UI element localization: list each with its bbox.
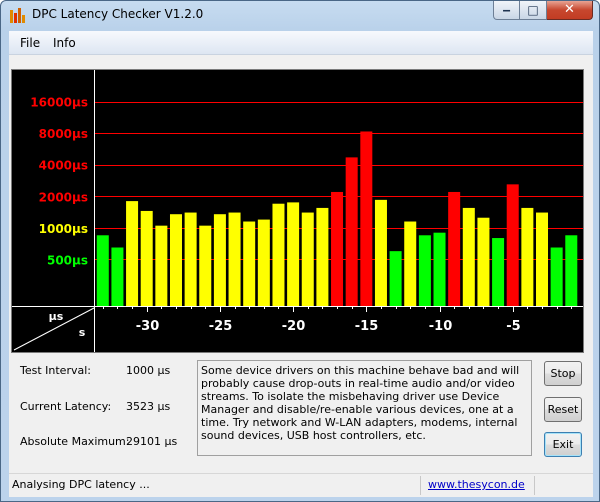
- app-window: DPC Latency Checker V1.2.0 ‒ □ ✕ File In…: [0, 0, 600, 502]
- close-icon: ✕: [564, 2, 575, 17]
- latency-bar: [199, 225, 212, 306]
- y-tick-label: 4000µs: [39, 159, 88, 173]
- latency-bar: [287, 202, 300, 306]
- current-latency-label: Current Latency:: [20, 400, 112, 413]
- latency-chart: 16000µs 8000µs 4000µs 2000µs 1000µs 500µs µs s -…: [11, 69, 584, 353]
- app-bars-icon: [10, 7, 26, 23]
- y-tick-label: 500µs: [47, 253, 88, 267]
- latency-bar: [536, 212, 549, 306]
- maximize-button[interactable]: □: [520, 1, 547, 20]
- status-text: Analysing DPC latency ...: [12, 478, 150, 491]
- maximize-icon: □: [527, 3, 539, 17]
- latency-chart-svg: 16000µs 8000µs 4000µs 2000µs 1000µs 500µs µs s -…: [12, 70, 583, 352]
- latency-bar: [418, 235, 431, 306]
- y-tick-label: 8000µs: [39, 127, 88, 141]
- x-tick-label: -20: [282, 319, 306, 334]
- latency-bar: [316, 207, 329, 306]
- latency-bar: [272, 203, 285, 306]
- menu-info[interactable]: Info: [53, 36, 76, 50]
- window-title: DPC Latency Checker V1.2.0: [32, 7, 204, 21]
- menu-file[interactable]: File: [20, 36, 40, 50]
- status-bar: Analysing DPC latency ... www.thesycon.d…: [9, 473, 593, 497]
- reset-button[interactable]: Reset: [544, 397, 582, 422]
- latency-bar: [228, 212, 241, 306]
- latency-bar: [213, 214, 226, 306]
- latency-bar: [96, 235, 109, 306]
- latency-bar: [550, 247, 563, 306]
- latency-bar: [565, 235, 578, 306]
- latency-bar: [111, 247, 124, 306]
- y-tick-label: 16000µs: [30, 96, 88, 110]
- client-area: File Info 16000µs 8000µs 4000µs 2000µs 1000µ…: [9, 31, 593, 497]
- test-interval-value: 1000 µs: [126, 364, 171, 377]
- x-tick-label: -10: [429, 319, 453, 334]
- latency-bar: [506, 184, 519, 306]
- test-interval-label: Test Interval:: [20, 364, 91, 377]
- latency-bar: [331, 191, 344, 306]
- driver-warning-message: Some device drivers on this machine beha…: [197, 360, 532, 456]
- latency-bar: [126, 201, 139, 306]
- close-button[interactable]: ✕: [547, 1, 593, 20]
- latency-bar: [169, 214, 182, 306]
- thesycon-link[interactable]: www.thesycon.de: [428, 478, 525, 491]
- latency-bar: [404, 221, 417, 306]
- latency-bar: [257, 219, 270, 306]
- minimize-button[interactable]: ‒: [493, 1, 520, 20]
- absolute-maximum-label: Absolute Maximum:: [20, 435, 130, 448]
- latency-bar: [301, 212, 314, 306]
- x-tick-label: -25: [209, 319, 233, 334]
- latency-bar: [184, 212, 197, 306]
- latency-bar: [345, 157, 358, 306]
- minimize-icon: ‒: [502, 3, 511, 17]
- latency-bar: [477, 217, 490, 306]
- latency-bar: [389, 251, 402, 306]
- absolute-maximum-value: 29101 µs: [126, 435, 178, 448]
- y-tick-label: 2000µs: [39, 190, 88, 204]
- x-tick-label: -5: [506, 319, 520, 334]
- stop-button[interactable]: Stop: [544, 361, 582, 386]
- latency-bar: [521, 207, 534, 306]
- x-tick-label: -15: [355, 319, 379, 334]
- status-separator: [420, 476, 421, 495]
- status-separator: [534, 476, 535, 495]
- title-bar[interactable]: DPC Latency Checker V1.2.0 ‒ □ ✕: [1, 1, 599, 29]
- latency-bar: [448, 191, 461, 306]
- latency-bar: [360, 131, 373, 306]
- latency-bar: [433, 232, 446, 306]
- y-unit-label: µs: [49, 310, 64, 323]
- latency-bar: [374, 199, 387, 306]
- latency-bar: [462, 207, 475, 306]
- menu-bar: File Info: [9, 31, 593, 55]
- exit-button[interactable]: Exit: [544, 432, 582, 457]
- x-tick-label: -30: [136, 319, 160, 334]
- y-tick-label: 1000µs: [39, 222, 88, 236]
- latency-bar: [140, 210, 153, 306]
- latency-bar: [155, 225, 168, 306]
- x-unit-label: s: [79, 326, 86, 339]
- current-latency-value: 3523 µs: [126, 400, 171, 413]
- latency-bar: [492, 238, 505, 306]
- latency-bar: [243, 221, 256, 306]
